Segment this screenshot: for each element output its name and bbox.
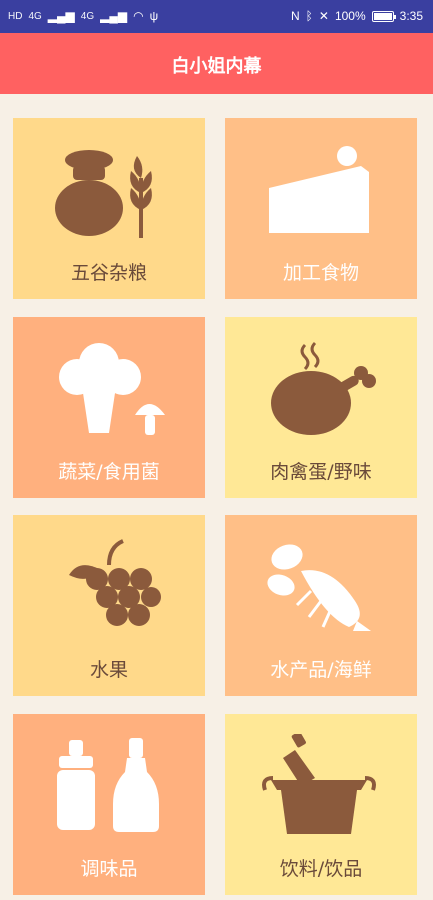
usb-icon: ψ xyxy=(149,9,159,23)
grapes-icon xyxy=(69,539,161,626)
app-bar: 白小姐内幕 xyxy=(0,33,433,94)
category-tile-meat[interactable]: 肉禽蛋/野味 xyxy=(225,317,417,498)
condiment-bottles-icon xyxy=(57,738,159,832)
clock: 3:35 xyxy=(399,9,423,23)
battery-icon xyxy=(371,10,396,22)
bluetooth-icon: ᛒ xyxy=(305,9,313,23)
battery-percent: 100% xyxy=(334,9,366,23)
category-label: 五谷杂粮 xyxy=(70,262,147,284)
grain-sack-icon xyxy=(55,150,152,238)
status-bar: HD 4G ▂▄▆ 4G ▂▄▆ ◠ ψ N ᛒ ✕ 100% 3:35 xyxy=(0,0,433,33)
page-title: 白小姐内幕 xyxy=(171,56,262,77)
category-label: 调味品 xyxy=(80,858,138,880)
cake-icon xyxy=(269,146,369,233)
category-tile-drinks[interactable]: 饮料/饮品 xyxy=(225,714,417,895)
category-tile-grains[interactable]: 五谷杂粮 xyxy=(13,118,205,299)
signal-4g-1: 4G xyxy=(28,10,42,22)
category-tile-processed-food[interactable]: 加工食物 xyxy=(225,118,417,299)
category-label: 加工食物 xyxy=(282,262,359,284)
status-bar-left: HD 4G ▂▄▆ 4G ▂▄▆ ◠ ψ xyxy=(8,9,158,23)
mute-icon: ✕ xyxy=(318,9,329,23)
broccoli-mushroom-icon xyxy=(59,343,165,435)
signal-bars-icon-2: ▂▄▆ xyxy=(100,9,128,23)
status-bar-right: N ᛒ ✕ 100% 3:35 xyxy=(291,9,423,23)
nfc-icon: N xyxy=(291,9,300,23)
category-label: 饮料/饮品 xyxy=(279,858,363,880)
wifi-icon: ◠ xyxy=(133,9,144,23)
category-label: 肉禽蛋/野味 xyxy=(270,461,372,483)
category-label: 蔬菜/食用菌 xyxy=(58,461,160,483)
hd-indicator: HD xyxy=(8,10,23,22)
category-tile-vegetables[interactable]: 蔬菜/食用菌 xyxy=(13,317,205,498)
signal-4g-2: 4G xyxy=(80,10,95,22)
category-label: 水产品/海鲜 xyxy=(270,659,372,681)
category-tile-fruit[interactable]: 水果 xyxy=(13,515,205,696)
category-label: 水果 xyxy=(89,659,128,681)
category-tile-seafood[interactable]: 水产品/海鲜 xyxy=(225,515,417,696)
lobster-icon xyxy=(267,544,371,631)
signal-bars-icon: ▂▄▆ xyxy=(47,9,75,23)
wine-bucket-icon xyxy=(262,734,376,834)
category-tile-condiments[interactable]: 调味品 xyxy=(13,714,205,895)
roast-chicken-icon xyxy=(271,341,376,435)
